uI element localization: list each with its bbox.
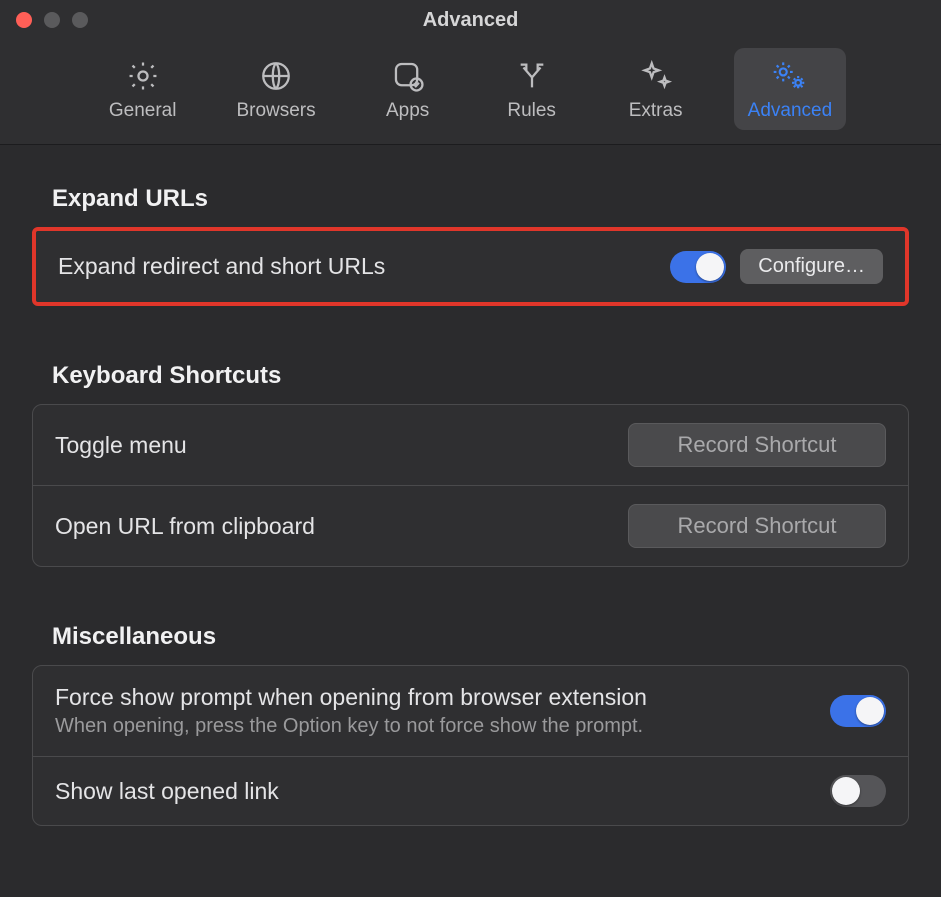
section-title-misc: Miscellaneous: [52, 623, 909, 651]
gears-icon: [771, 58, 809, 94]
tab-label: Rules: [507, 100, 556, 122]
tab-label: Apps: [386, 100, 429, 122]
traffic-lights: [0, 12, 88, 28]
section-title-expand-urls: Expand URLs: [52, 185, 909, 213]
expand-urls-toggle[interactable]: [670, 251, 726, 283]
expand-urls-label: Expand redirect and short URLs: [58, 253, 656, 280]
tab-label: Extras: [629, 100, 683, 122]
tab-apps[interactable]: Apps: [362, 48, 454, 130]
record-shortcut-toggle-menu[interactable]: Record Shortcut: [628, 423, 886, 467]
tab-label: Advanced: [748, 100, 833, 122]
sparkles-icon: [639, 58, 673, 94]
zoom-window-icon[interactable]: [72, 12, 88, 28]
shortcuts-panel: Toggle menu Record Shortcut Open URL fro…: [32, 404, 909, 567]
force-prompt-label: Force show prompt when opening from brow…: [55, 684, 816, 711]
show-last-link-label: Show last opened link: [55, 778, 816, 805]
tab-advanced[interactable]: Advanced: [734, 48, 847, 130]
toggle-menu-row: Toggle menu Record Shortcut: [33, 405, 908, 485]
content-area: Expand URLs Expand redirect and short UR…: [0, 145, 941, 846]
record-shortcut-open-clipboard[interactable]: Record Shortcut: [628, 504, 886, 548]
force-prompt-toggle[interactable]: [830, 695, 886, 727]
section-title-shortcuts: Keyboard Shortcuts: [52, 362, 909, 390]
force-prompt-row: Force show prompt when opening from brow…: [33, 666, 908, 756]
tab-rules[interactable]: Rules: [486, 48, 578, 130]
open-clipboard-row: Open URL from clipboard Record Shortcut: [33, 485, 908, 566]
app-badge-icon: [391, 58, 425, 94]
tab-label: Browsers: [236, 100, 315, 122]
toggle-menu-label: Toggle menu: [55, 432, 614, 459]
tab-label: General: [109, 100, 177, 122]
tab-extras[interactable]: Extras: [610, 48, 702, 130]
gear-icon: [126, 58, 160, 94]
show-last-link-toggle[interactable]: [830, 775, 886, 807]
tab-general[interactable]: General: [95, 48, 191, 130]
titlebar: Advanced: [0, 0, 941, 40]
preferences-toolbar: General Browsers Apps Rules Extras Advan…: [0, 40, 941, 145]
configure-button[interactable]: Configure…: [740, 249, 883, 284]
expand-urls-row: Expand redirect and short URLs Configure…: [36, 231, 905, 302]
minimize-window-icon[interactable]: [44, 12, 60, 28]
tab-browsers[interactable]: Browsers: [222, 48, 329, 130]
window-title: Advanced: [0, 9, 941, 32]
misc-panel: Force show prompt when opening from brow…: [32, 665, 909, 826]
force-prompt-sublabel: When opening, press the Option key to no…: [55, 715, 816, 738]
close-window-icon[interactable]: [16, 12, 32, 28]
expand-urls-panel: Expand redirect and short URLs Configure…: [32, 227, 909, 306]
open-clipboard-label: Open URL from clipboard: [55, 513, 614, 540]
split-arrows-icon: [515, 58, 549, 94]
globe-icon: [259, 58, 293, 94]
show-last-link-row: Show last opened link: [33, 756, 908, 825]
